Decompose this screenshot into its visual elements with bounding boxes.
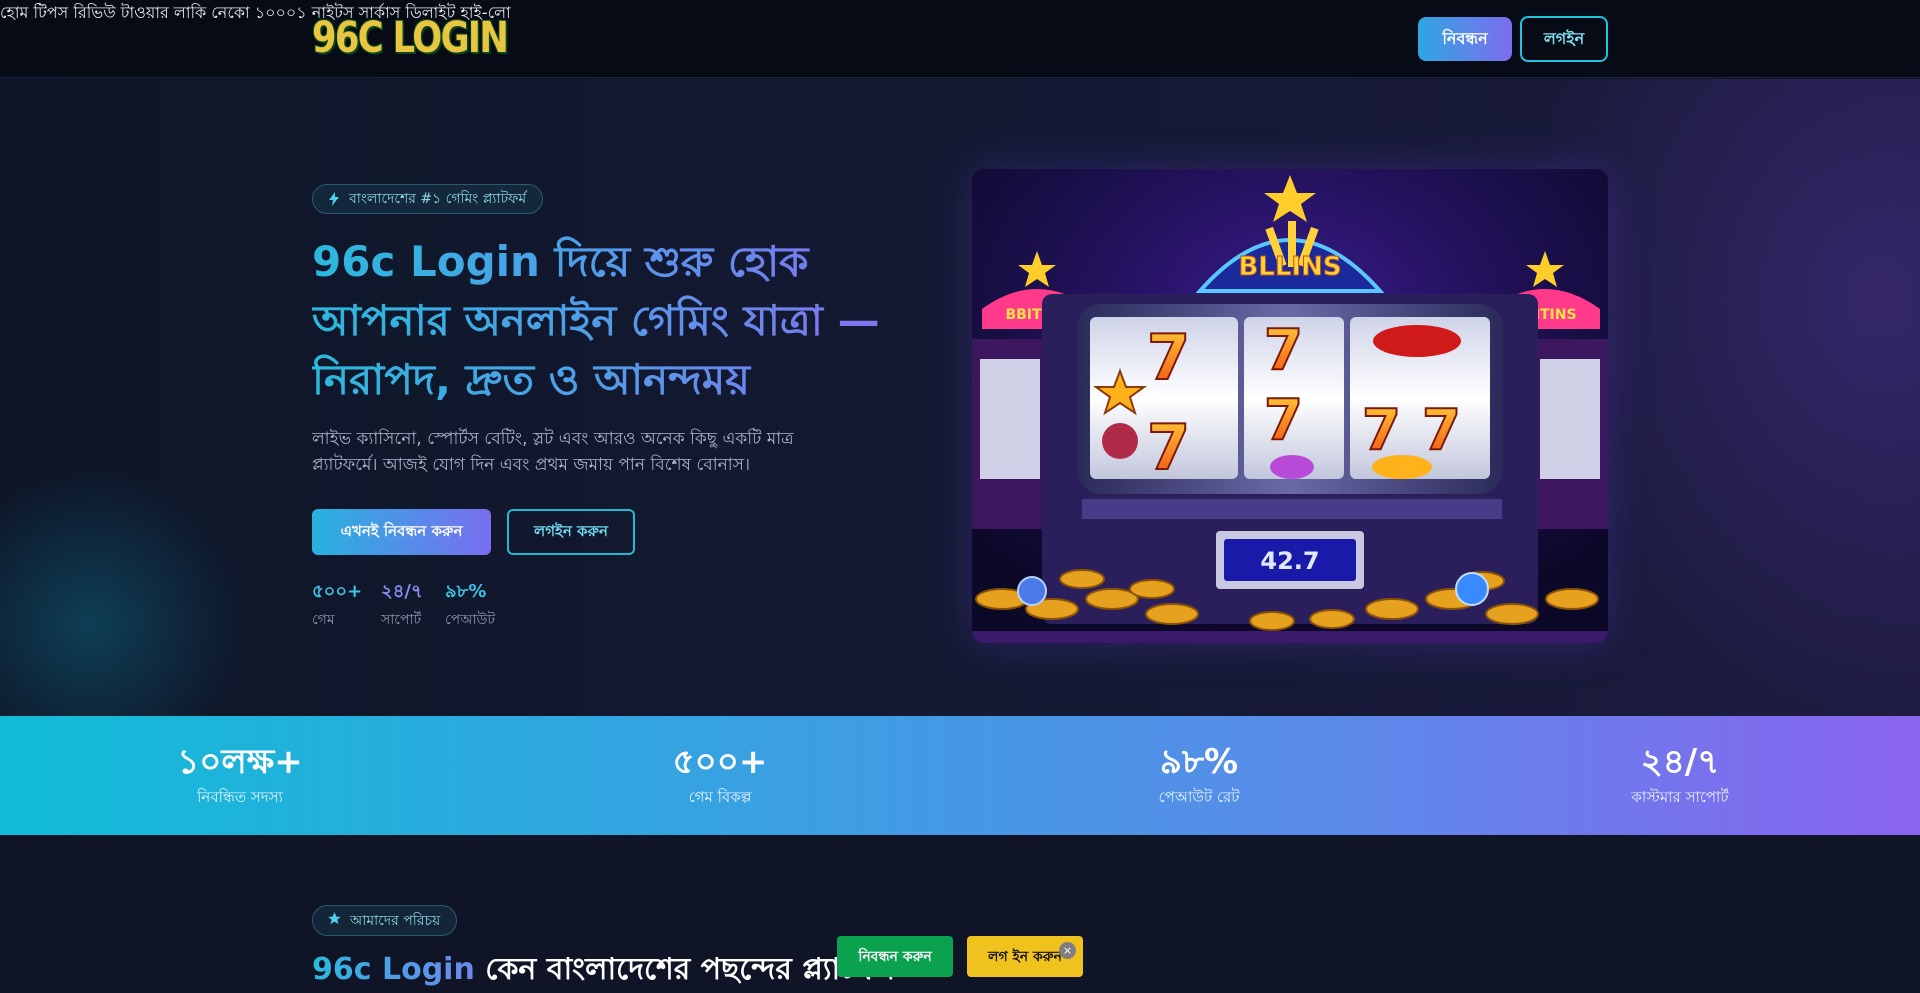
header-register-button[interactable]: নিবন্ধন [1418,17,1512,61]
stat-value: ৫০০+ [672,742,768,782]
svg-text:7: 7 [1264,318,1303,383]
nav-item-review[interactable]: রিভিউ [73,3,115,22]
hero-register-button[interactable]: এখনই নিবন্ধন করুন [312,509,491,555]
site-header: 96C LOGIN হোম টিপস রিভিউ টাওয়ার লাকি নে… [0,0,1920,78]
svg-text:7: 7 [1264,388,1303,453]
header-login-button[interactable]: লগইন [1520,16,1608,62]
stat-label: নিবন্ধিত সদস্য [197,788,283,806]
nav-item-lucky-neko[interactable]: লাকি নেকো [174,3,250,22]
nav-item-home[interactable]: হোম [0,3,28,22]
stat-value: ২৪/৭ [1640,742,1720,782]
stat-label: কাস্টমার সাপোর্ট [1631,788,1729,806]
floating-close-icon[interactable]: × [1059,942,1076,959]
hero-stat-payout: ৯৮% পেআউট [445,580,495,632]
stat-payout-rate: ৯৮% পেআউট রেট [1049,716,1349,811]
hero-title: 96c Login দিয়ে শুরু হোক আপনার অনলাইন গে… [312,232,922,409]
hero-stat-games: ৫০০+ গেম [312,580,362,632]
hero-stat-label: পেআউট [445,612,496,628]
svg-text:7: 7 [1422,398,1461,463]
hero-stat-label: সাপোর্ট [381,612,422,628]
hero-stat-value: ৯৮% [445,581,487,602]
stat-label: গেম বিকল্প [688,788,752,806]
main-nav: হোম টিপস রিভিউ টাওয়ার লাকি নেকো ১০০০১ ন… [0,0,1920,27]
nav-item-tower[interactable]: টাওয়ার [121,3,169,22]
hero-stat-value: ২৪/৭ [381,581,423,602]
stat-games: ৫০০+ গেম বিকল্প [570,716,870,811]
about-badge-label: আমাদের পরিচয় [350,912,441,929]
machine-display-value: 42.7 [1260,547,1319,575]
stat-members: ১০লক্ষ+ নিবন্ধিত সদস্য [90,716,390,811]
hero-section [0,79,1920,716]
lightning-icon [327,192,341,206]
stats-band: ১০লক্ষ+ নিবন্ধিত সদস্য ৫০০+ গেম বিকল্প ৯… [0,716,1920,835]
nav-item-tips[interactable]: টিপস [34,3,69,22]
svg-text:7: 7 [1147,321,1190,394]
slot-machine-image: BBITINS BBITINS BLLINS 7 7 7 7 7 7 42.7 [972,169,1608,643]
about-badge: আমাদের পরিচয় [312,905,458,936]
hero-badge-label: বাংলাদেশের #১ গেমিং প্ল্যাটফর্ম [349,191,527,207]
hero-stat-value: ৫০০+ [312,581,363,602]
hero-stat-support: ২৪/৭ সাপোর্ট [381,580,423,632]
hero-badge: বাংলাদেশের #১ গেমিং প্ল্যাটফর্ম [312,184,544,214]
stat-customer-support: ২৪/৭ কাস্টমার সাপোর্ট [1530,716,1830,811]
svg-text:7: 7 [1147,411,1190,484]
hero-stat-label: গেম [312,612,335,628]
svg-text:7: 7 [1362,398,1401,463]
stat-label: পেআউট রেট [1158,788,1240,806]
about-title: 96c Login কেন বাংলাদেশের পছন্দের প্ল্যাট… [312,949,895,991]
hero-description: লাইভ ক্যাসিনো, স্পোর্টস বেটিং, স্লট এবং … [312,429,794,475]
stat-value: ৯৮% [1159,742,1239,782]
about-title-rest: কেন বাংলাদেশের পছন্দের প্ল্যাটফর্ম [474,952,896,987]
machine-sign-text: BLLINS [1238,252,1341,282]
floating-register-button[interactable]: নিবন্ধন করুন [837,936,953,977]
site-logo[interactable]: 96C LOGIN [312,13,509,63]
hero-login-button[interactable]: লগইন করুন [507,509,635,555]
star-icon [327,911,342,930]
about-title-accent: 96c Login [312,952,475,987]
stat-value: ১০লক্ষ+ [177,742,303,782]
